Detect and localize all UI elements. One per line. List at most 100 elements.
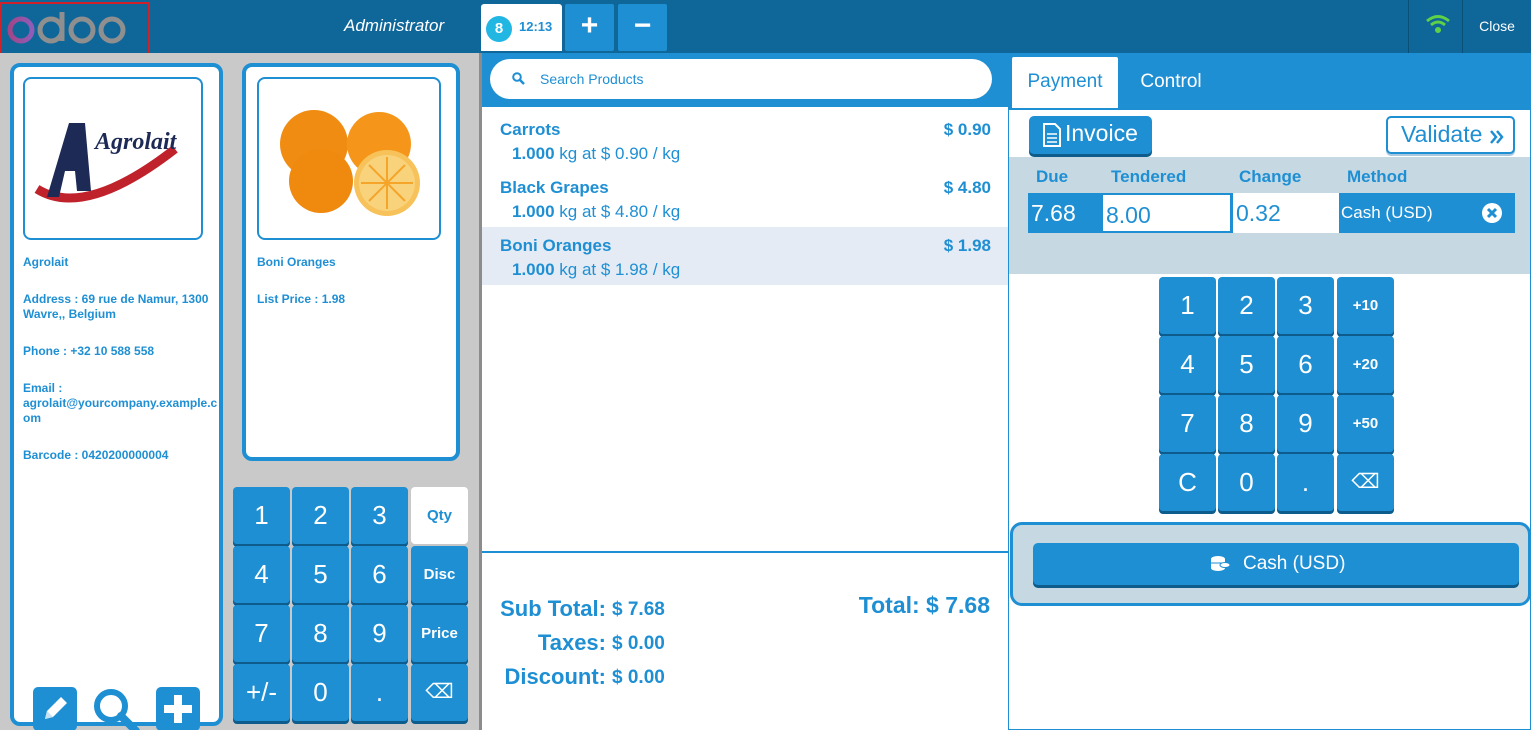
cash-usd-label: Cash (USD) (1243, 553, 1346, 574)
order-line[interactable]: Black Grapes $ 4.80 1.000 kg at $ 4.80 /… (482, 169, 1008, 227)
product-image-frame (257, 77, 441, 240)
paymentline-selected[interactable]: 7.68 8.00 0.32 Cash (USD) (1028, 193, 1515, 233)
order-line-price: $ 0.90 (943, 120, 991, 139)
odoo-logo (7, 12, 126, 44)
edit-icon[interactable] (33, 687, 77, 730)
pay-key-9[interactable]: 9 (1277, 395, 1334, 452)
search-icon[interactable] (92, 687, 140, 730)
order-line[interactable]: Carrots $ 0.90 1.000 kg at $ 0.90 / kg (482, 111, 1008, 169)
column-tendered: Tendered (1111, 167, 1187, 186)
mode-disc-button[interactable]: Disc (411, 546, 468, 603)
document-icon (1043, 123, 1061, 147)
customer-phone: Phone : +32 10 588 558 (23, 344, 155, 358)
order-line-qty: 1.000 (512, 144, 555, 163)
order-line-detail: 1.000 kg at $ 1.98 / kg (512, 260, 680, 280)
invoice-button[interactable]: Invoice (1029, 116, 1152, 154)
numpad-key-plus-minus[interactable]: +/- (233, 664, 290, 721)
pay-key-8[interactable]: 8 (1218, 395, 1275, 452)
product-card: Boni Oranges List Price : 1.98 (242, 63, 460, 461)
order-line-name: Carrots (500, 120, 561, 139)
wifi-status-icon[interactable] (1425, 14, 1451, 34)
order-line-name: Black Grapes (500, 178, 609, 197)
header-divider (1408, 0, 1409, 53)
customer-email: agrolait@yourcompany.example.com (23, 396, 218, 425)
pay-backspace-key[interactable]: ⌫ (1337, 454, 1394, 511)
pay-key-plus-20[interactable]: +20 (1337, 336, 1394, 393)
add-icon[interactable] (156, 687, 200, 730)
numpad-key-3[interactable]: 3 (351, 487, 408, 544)
numpad-key-4[interactable]: 4 (233, 546, 290, 603)
order-line-qty: 1.000 (512, 202, 555, 221)
paymentline-method: Cash (USD) (1341, 203, 1433, 222)
search-placeholder: Search Products (540, 71, 644, 87)
order-line-price: $ 4.80 (943, 178, 991, 197)
numpad-key-0[interactable]: 0 (292, 664, 349, 721)
remove-paymentline-icon[interactable] (1481, 202, 1503, 224)
paymentline-tendered-input[interactable]: 8.00 (1101, 193, 1232, 233)
pay-key-4[interactable]: 4 (1159, 336, 1216, 393)
double-chevron-right-icon (1490, 130, 1504, 144)
remove-order-button[interactable]: − (618, 4, 667, 51)
order-tab-selected[interactable]: 8 12:13 (481, 4, 562, 51)
pay-key-clear[interactable]: C (1159, 454, 1216, 511)
column-due: Due (1036, 167, 1069, 186)
order-number-badge: 8 (486, 16, 512, 42)
backspace-key[interactable]: ⌫ (411, 664, 468, 721)
pay-key-6[interactable]: 6 (1277, 336, 1334, 393)
discount-label: Discount: (504, 664, 606, 689)
order-line-unit-price: kg at $ 4.80 / kg (559, 202, 681, 221)
pay-key-plus-10[interactable]: +10 (1337, 277, 1394, 334)
taxes-label: Taxes: (537, 630, 606, 655)
cashier-name[interactable]: Administrator (344, 16, 444, 36)
add-order-button[interactable]: + (565, 4, 614, 51)
customer-card: Agrolait Agrolait Address : 69 rue de Na… (10, 63, 223, 730)
order-panel: Search Products Carrots $ 0.90 1.000 kg … (479, 53, 1008, 730)
tab-payment[interactable]: Payment (1012, 57, 1118, 108)
paymentline-due: 7.68 (1031, 200, 1076, 226)
pay-key-1[interactable]: 1 (1159, 277, 1216, 334)
order-time: 12:13 (519, 19, 553, 34)
left-panel: Agrolait Agrolait Address : 69 rue de Na… (0, 53, 479, 730)
product-list-price: List Price : 1.98 (257, 292, 346, 306)
numpad-key-dot[interactable]: . (351, 664, 408, 721)
subtotal-value: $ 7.68 (612, 599, 665, 620)
payment-methods-box: Cash (USD) (1010, 522, 1531, 606)
validate-label: Validate (1401, 121, 1483, 147)
numpad-key-7[interactable]: 7 (233, 605, 290, 662)
taxes-value: $ 0.00 (612, 633, 665, 654)
payment-tabs: Payment Control (1009, 54, 1530, 110)
order-line-name: Boni Oranges (500, 236, 612, 255)
logo-box (0, 2, 150, 55)
numpad-key-8[interactable]: 8 (292, 605, 349, 662)
search-products-input[interactable]: Search Products (490, 59, 992, 99)
close-button[interactable]: Close (1463, 0, 1531, 53)
numpad-key-2[interactable]: 2 (292, 487, 349, 544)
mode-price-button[interactable]: Price (411, 605, 468, 662)
numpad-key-5[interactable]: 5 (292, 546, 349, 603)
column-method: Method (1347, 167, 1408, 186)
pay-key-plus-50[interactable]: +50 (1337, 395, 1394, 452)
column-change: Change (1239, 167, 1302, 186)
numpad-key-9[interactable]: 9 (351, 605, 408, 662)
pay-key-dot[interactable]: . (1277, 454, 1334, 511)
customer-address: Address : 69 rue de Namur, 1300 Wavre,, … (23, 292, 209, 321)
numpad-key-6[interactable]: 6 (351, 546, 408, 603)
discount-value: $ 0.00 (612, 667, 665, 688)
pay-key-2[interactable]: 2 (1218, 277, 1275, 334)
pay-key-3[interactable]: 3 (1277, 277, 1334, 334)
customer-name: Agrolait (23, 255, 69, 269)
validate-button[interactable]: Validate (1386, 116, 1515, 154)
order-line-qty: 1.000 (512, 260, 555, 279)
order-line-detail: 1.000 kg at $ 0.90 / kg (512, 144, 680, 164)
coins-icon (1211, 556, 1231, 571)
tab-control[interactable]: Control (1121, 57, 1221, 108)
cash-usd-button[interactable]: Cash (USD) (1033, 543, 1519, 585)
invoice-label: Invoice (1065, 120, 1138, 146)
pay-key-7[interactable]: 7 (1159, 395, 1216, 452)
pay-key-0[interactable]: 0 (1218, 454, 1275, 511)
paymentline-change: 0.32 (1233, 193, 1339, 233)
pay-key-5[interactable]: 5 (1218, 336, 1275, 393)
numpad-key-1[interactable]: 1 (233, 487, 290, 544)
mode-qty-button[interactable]: Qty (411, 487, 468, 544)
order-line-selected[interactable]: Boni Oranges $ 1.98 1.000 kg at $ 1.98 /… (482, 227, 1008, 285)
